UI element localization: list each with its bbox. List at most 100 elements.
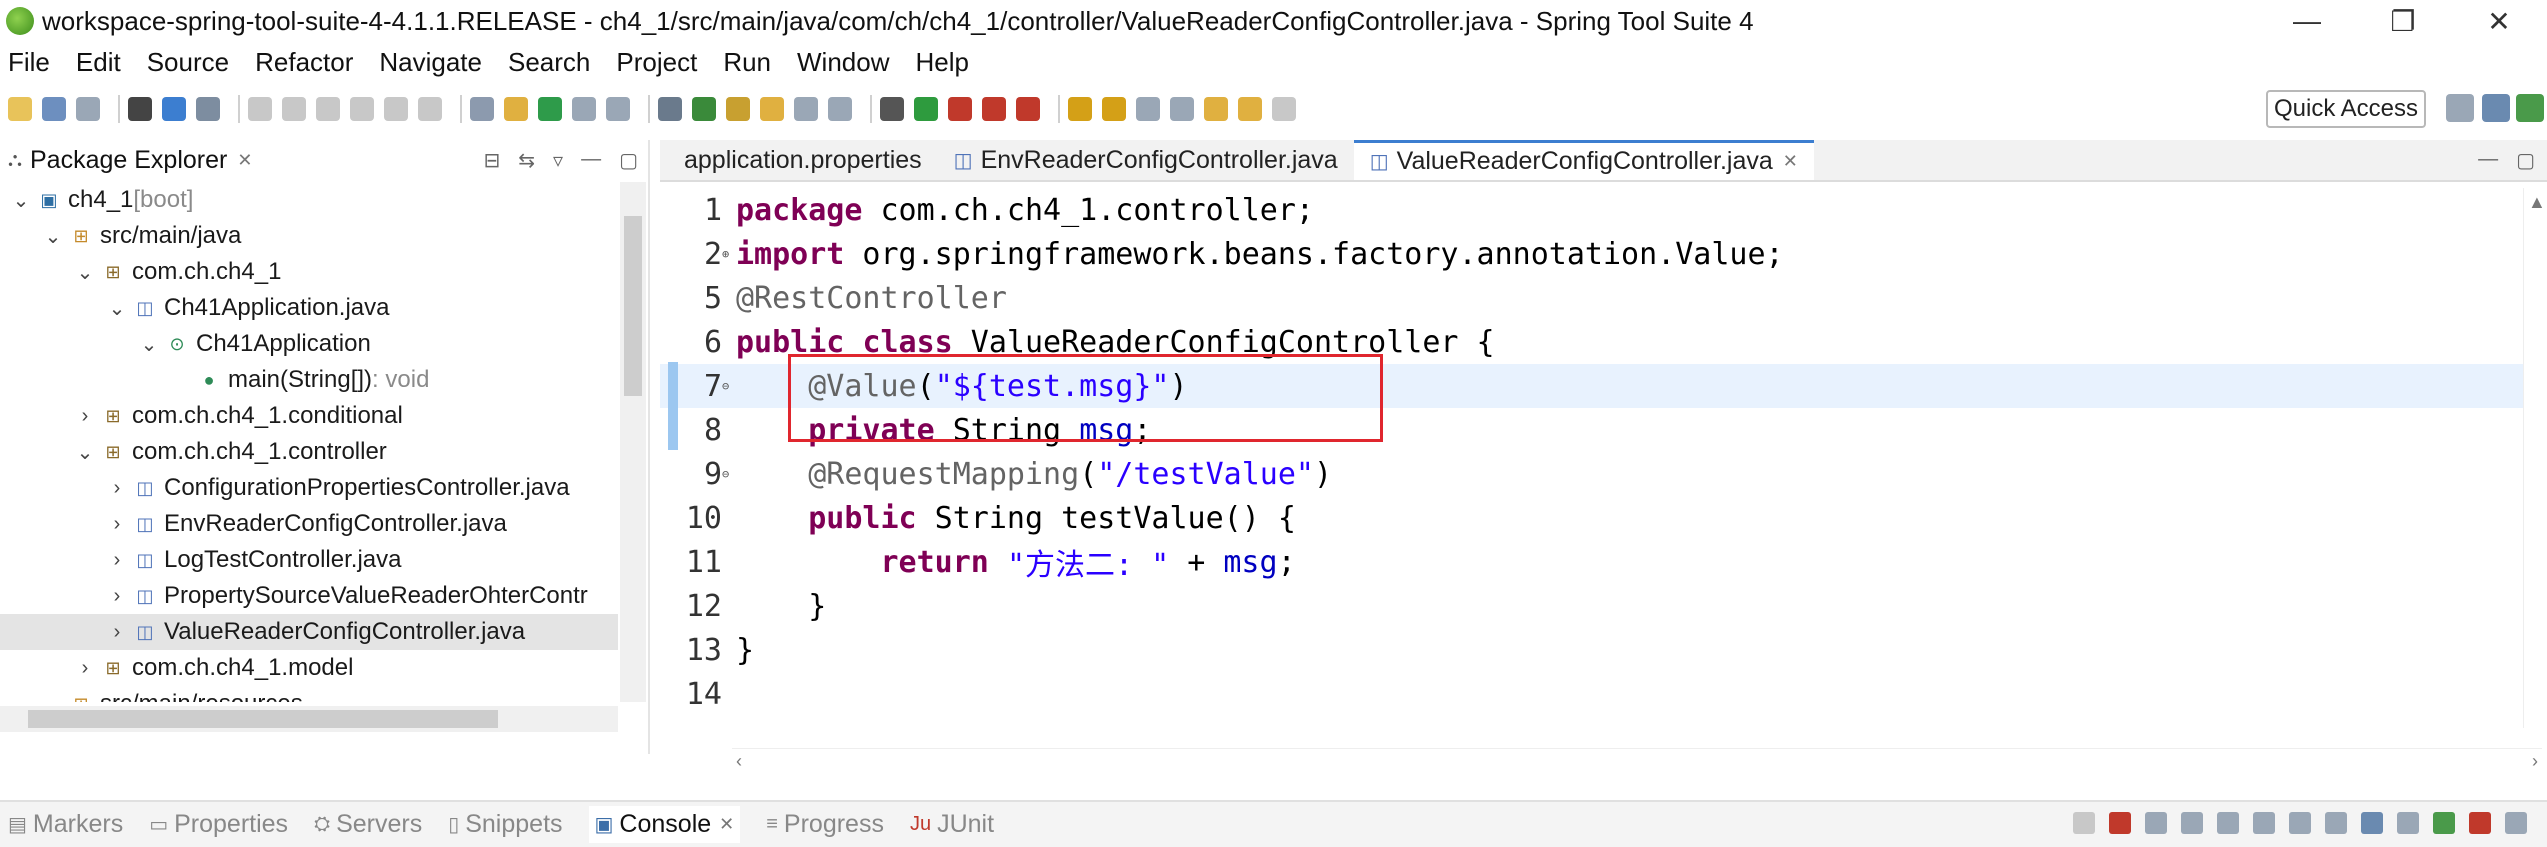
tree-item[interactable]: › ◫ PropertySourceValueReaderOhterContr <box>0 578 618 614</box>
chevron-right-icon[interactable]: › <box>106 477 128 500</box>
chevron-down-icon[interactable]: ⌄ <box>74 260 96 285</box>
scroll-thumb[interactable] <box>28 710 498 728</box>
back-icon[interactable] <box>1204 97 1228 121</box>
show-on-output-icon[interactable] <box>2325 812 2347 834</box>
menu-help[interactable]: Help <box>916 47 969 78</box>
view-menu-icon[interactable]: ▿ <box>553 148 563 173</box>
remove-all-icon[interactable] <box>2181 812 2203 834</box>
open-console-icon[interactable] <box>2433 812 2455 834</box>
tree-item[interactable]: › ◫ EnvReaderConfigController.java <box>0 506 618 542</box>
menu-project[interactable]: Project <box>616 47 697 78</box>
relaunch-icon[interactable] <box>1016 97 1040 121</box>
last-edit-icon[interactable] <box>1272 97 1296 121</box>
forward-icon[interactable] <box>1238 97 1262 121</box>
paragraph-icon[interactable] <box>828 97 852 121</box>
code-line[interactable]: 9 ⊖ @RequestMapping("/testValue") <box>660 452 2540 496</box>
print-icon[interactable] <box>76 97 100 121</box>
spring-perspective-icon[interactable] <box>2516 94 2544 122</box>
menu-refactor[interactable]: Refactor <box>255 47 353 78</box>
minimize-button[interactable]: — <box>2259 0 2355 42</box>
chevron-right-icon[interactable]: › <box>74 405 96 428</box>
chevron-down-icon[interactable]: ⌄ <box>42 692 64 703</box>
stop-server-icon[interactable] <box>982 97 1006 121</box>
clear-console-icon[interactable] <box>2217 812 2239 834</box>
spring-boot-dashboard-icon[interactable] <box>538 97 562 121</box>
scroll-thumb[interactable] <box>624 216 642 396</box>
tree-item[interactable]: ⌄ ⊞ src/main/java <box>0 218 618 254</box>
tree-item[interactable]: ⌄ ⊞ com.ch.ch4_1 <box>0 254 618 290</box>
tab-console[interactable]: ▣ Console ✕ <box>588 806 741 843</box>
chevron-right-icon[interactable]: › <box>106 549 128 572</box>
close-button[interactable]: ✕ <box>2451 0 2547 42</box>
chevron-right-icon[interactable]: › <box>106 585 128 608</box>
code-line[interactable]: 1 package com.ch.ch4_1.controller; <box>660 188 2540 232</box>
minimize-icon[interactable] <box>2505 812 2527 834</box>
menu-window[interactable]: Window <box>797 47 889 78</box>
stop-icon[interactable] <box>196 97 220 121</box>
annotation-icon[interactable] <box>726 97 750 121</box>
menu-navigate[interactable]: Navigate <box>379 47 482 78</box>
pin-console-icon[interactable] <box>2073 812 2095 834</box>
tree-item[interactable]: › ⊞ com.ch.ch4_1.model <box>0 650 618 686</box>
fold-toggle-icon[interactable]: ⊖ <box>722 379 736 393</box>
tab-junit[interactable]: Ju JUnit <box>910 810 994 839</box>
scroll-left-icon[interactable]: ‹ <box>736 751 742 772</box>
tree-vertical-scrollbar[interactable] <box>620 182 646 702</box>
tree-item[interactable]: ● main(String[]) : void <box>0 362 618 398</box>
skip-breakpoints-icon[interactable] <box>128 97 152 121</box>
link-editor-icon[interactable]: ⇆ <box>518 148 535 173</box>
tree-horizontal-scrollbar[interactable] <box>0 706 618 732</box>
terminate-icon[interactable] <box>316 97 340 121</box>
editor-horizontal-scrollbar[interactable]: ‹ › <box>732 748 2542 774</box>
editor-tab[interactable]: ◫ EnvReaderConfigController.java <box>938 140 1354 180</box>
outline-icon[interactable] <box>794 97 818 121</box>
quick-access-input[interactable]: Quick Access <box>2266 90 2426 128</box>
tasks-icon[interactable] <box>1068 97 1092 121</box>
menu-edit[interactable]: Edit <box>76 47 121 78</box>
tree-item[interactable]: ⌄ ⊙ Ch41Application <box>0 326 618 362</box>
package-explorer-tab[interactable]: ⛬ Package Explorer ✕ <box>0 140 252 180</box>
scroll-up-icon[interactable]: ▲ <box>2528 192 2546 213</box>
chevron-down-icon[interactable]: ⌄ <box>10 188 32 213</box>
tree-item[interactable]: › ◫ ConfigurationPropertiesController.java <box>0 470 618 506</box>
menu-source[interactable]: Source <box>147 47 229 78</box>
open-perspective-button-icon[interactable] <box>2446 94 2474 122</box>
code-line[interactable]: 5 @RestController <box>660 276 2540 320</box>
code-line[interactable]: 14 <box>660 672 2540 716</box>
close-icon[interactable]: ✕ <box>237 150 252 171</box>
menu-file[interactable]: File <box>8 47 50 78</box>
code-line[interactable]: 11 return "方法二: " + msg; <box>660 540 2540 584</box>
tree-item[interactable]: › ◫ ValueReaderConfigController.java <box>0 614 618 650</box>
spring-console-icon[interactable] <box>2469 812 2491 834</box>
scroll-lock-icon[interactable] <box>2253 812 2275 834</box>
run-icon[interactable] <box>914 97 938 121</box>
tree-item[interactable]: › ◫ LogTestController.java <box>0 542 618 578</box>
open-task-icon[interactable] <box>1102 97 1126 121</box>
maximize-button[interactable]: ❐ <box>2355 0 2451 42</box>
tree-item[interactable]: ⌄ ◫ Ch41Application.java <box>0 290 618 326</box>
java-perspective-icon[interactable] <box>2482 94 2510 122</box>
suspend-icon[interactable] <box>282 97 306 121</box>
run-external-icon[interactable] <box>948 97 972 121</box>
new-console-icon[interactable] <box>2397 812 2419 834</box>
menu-run[interactable]: Run <box>723 47 771 78</box>
word-wrap-icon[interactable] <box>2289 812 2311 834</box>
maximize-icon[interactable]: ▢ <box>619 148 638 173</box>
tab-markers[interactable]: ▤ Markers <box>8 810 123 839</box>
chevron-right-icon[interactable]: › <box>106 513 128 536</box>
remove-launch-icon[interactable] <box>2145 812 2167 834</box>
step-into-icon[interactable] <box>350 97 374 121</box>
new-icon[interactable] <box>8 97 32 121</box>
menu-search[interactable]: Search <box>508 47 590 78</box>
close-icon[interactable]: ✕ <box>719 814 734 835</box>
next-annotation-icon[interactable] <box>1136 97 1160 121</box>
terminal-icon[interactable] <box>162 97 186 121</box>
fold-toggle-icon[interactable]: ⊕ <box>722 247 736 261</box>
step-over-icon[interactable] <box>384 97 408 121</box>
tab-progress[interactable]: ≡ Progress <box>766 810 884 839</box>
chevron-down-icon[interactable]: ⌄ <box>74 440 96 465</box>
step-return-icon[interactable] <box>418 97 442 121</box>
chevron-down-icon[interactable]: ⌄ <box>106 296 128 321</box>
collapse-all-icon[interactable]: ⊟ <box>484 148 501 173</box>
resume-icon[interactable] <box>248 97 272 121</box>
